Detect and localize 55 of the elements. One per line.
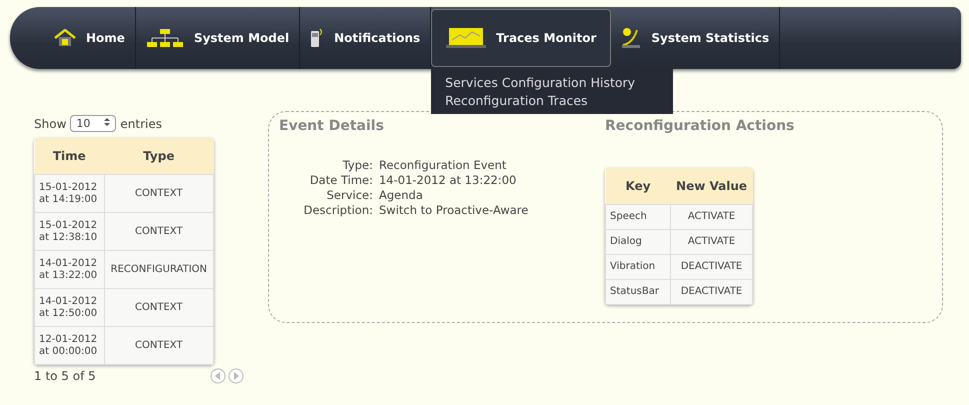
nav-tab[interactable]: Home xyxy=(44,7,136,69)
table-cell: ACTIVATE xyxy=(670,204,752,230)
table-cell: 12-01-2012 at 00:00:00 xyxy=(34,326,104,364)
menu-item[interactable]: Services Configuration History xyxy=(445,75,660,90)
table-cell: RECONFIGURATION xyxy=(104,250,214,288)
nav-tab-label: Notifications xyxy=(334,31,420,45)
field-label: Description: xyxy=(302,203,373,218)
table-cell: Dialog xyxy=(606,230,671,254)
next-page-icon[interactable] xyxy=(228,368,244,384)
table-cell: Speech xyxy=(606,204,671,230)
nav-tab-label: Home xyxy=(86,31,125,45)
table-cell: CONTEXT xyxy=(104,288,214,326)
monitor-icon xyxy=(446,27,486,49)
table-cell: Vibration xyxy=(606,254,671,280)
menu-item[interactable]: Reconfiguration Traces xyxy=(445,93,660,108)
table-cell: DEACTIVATE xyxy=(670,280,752,304)
section-title: Event Details xyxy=(279,118,385,134)
nav-tab-label: Traces Monitor xyxy=(496,31,596,45)
field-label: Service: xyxy=(326,188,373,203)
page-size-select[interactable]: 10 xyxy=(70,115,116,132)
column-header[interactable]: Type xyxy=(104,138,214,174)
field-value: Agenda xyxy=(378,188,424,203)
column-header: New Value xyxy=(670,168,752,204)
spinner-icon xyxy=(104,117,110,127)
field-label: Date Time: xyxy=(308,173,373,188)
table-cell: 15-01-2012 at 14:19:00 xyxy=(34,174,104,212)
table-cell: ACTIVATE xyxy=(670,230,752,254)
hierarchy-icon xyxy=(146,28,184,48)
field-label: Type: xyxy=(342,158,373,173)
table-cell: 14-01-2012 at 12:50:00 xyxy=(34,288,104,326)
field-value: Reconfiguration Event xyxy=(378,158,508,173)
nav-tab[interactable]: System Statistics xyxy=(611,7,780,69)
field-value: 14-01-2012 at 13:22:00 xyxy=(378,173,518,188)
home-icon xyxy=(54,29,76,47)
table-cell: 15-01-2012 at 12:38:10 xyxy=(34,212,104,250)
table-cell: StatusBar xyxy=(606,280,671,304)
table-cell: 14-01-2012 at 13:22:00 xyxy=(34,250,104,288)
nav-tab[interactable]: Traces Monitor xyxy=(431,9,612,67)
show-label: Show xyxy=(34,116,66,130)
table-info: 1 to 5 of 5 xyxy=(34,369,96,383)
nav-tab-label: System Model xyxy=(194,31,290,45)
chart-icon xyxy=(621,27,642,49)
entries-label: entries xyxy=(120,116,162,130)
table-cell: CONTEXT xyxy=(104,326,214,364)
table-cell: DEACTIVATE xyxy=(670,254,752,280)
table-cell: CONTEXT xyxy=(104,212,214,250)
nav-tab[interactable]: System Model xyxy=(136,7,300,69)
nav-tab-label: System Statistics xyxy=(651,31,770,45)
field-value: Switch to Proactive-Aware xyxy=(378,203,530,218)
section-title: Reconfiguration Actions xyxy=(605,118,794,134)
phone-icon xyxy=(310,27,324,49)
column-header[interactable]: Time xyxy=(34,138,104,174)
table-cell: CONTEXT xyxy=(104,174,214,212)
column-header: Key xyxy=(606,168,671,204)
previous-page-icon[interactable] xyxy=(210,368,226,384)
